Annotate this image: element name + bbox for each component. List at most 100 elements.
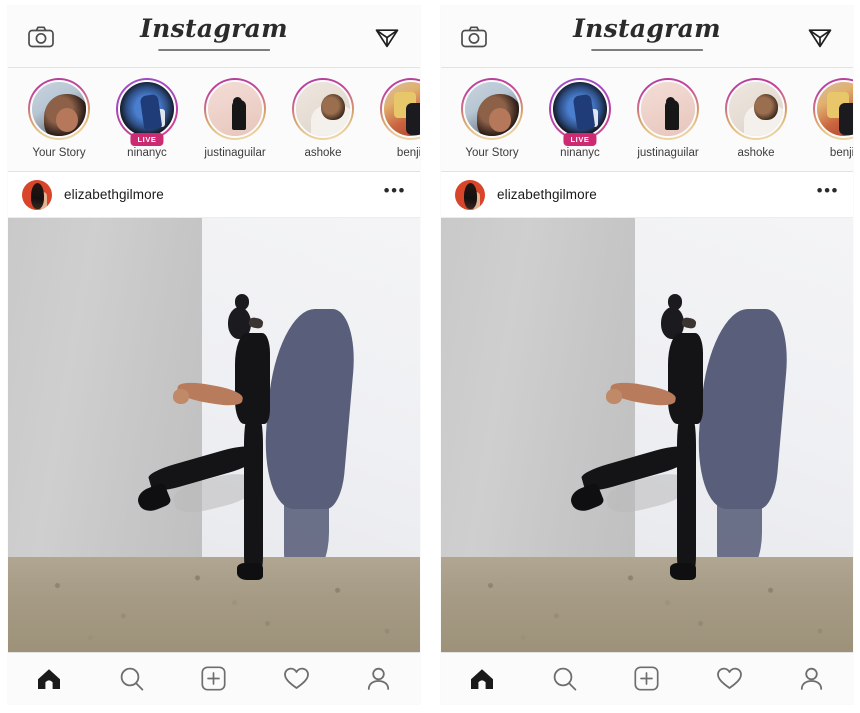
post-header: elizabethgilmore ••• <box>441 172 853 218</box>
avatar-image <box>553 82 607 136</box>
top-bar: Instagram <box>8 6 420 68</box>
story-item-your-story[interactable]: Your Story <box>22 78 96 159</box>
post-username[interactable]: elizabethgilmore <box>497 187 597 202</box>
avatar-image <box>120 82 174 136</box>
avatar-image <box>208 82 262 136</box>
phone-panel-left: Instagram Your Story LIVE ninanyc justin… <box>8 6 420 704</box>
story-avatar <box>118 80 176 138</box>
wall-grey <box>441 218 635 557</box>
avatar-image <box>465 82 519 136</box>
home-icon <box>36 667 62 691</box>
avatar-image <box>296 82 350 136</box>
figure-torso <box>667 333 704 425</box>
app-wordmark: Instagram <box>140 14 288 51</box>
story-label: ashoke <box>304 147 342 159</box>
story-item-justinaguilar[interactable]: justinaguilar <box>631 78 705 159</box>
story-item-ashoke[interactable]: ashoke <box>286 78 360 159</box>
story-item-benjir[interactable]: benjir <box>374 78 420 159</box>
story-item-your-story[interactable]: Your Story <box>455 78 529 159</box>
person-icon <box>366 666 391 691</box>
wall-grey <box>8 218 202 557</box>
gravel-ground <box>441 556 853 652</box>
figure-standing-shoe <box>670 563 696 581</box>
bottom-navigation <box>8 652 420 704</box>
figure-fist <box>605 389 623 405</box>
story-ring <box>725 78 787 140</box>
nav-home-button[interactable] <box>26 659 72 699</box>
nav-search-button[interactable] <box>109 659 155 699</box>
top-bar: Instagram <box>441 6 853 68</box>
figure-standing-leg <box>676 417 696 570</box>
story-avatar <box>206 80 264 138</box>
nav-home-button[interactable] <box>459 659 505 699</box>
home-icon <box>469 667 495 691</box>
gravel-ground <box>8 556 420 652</box>
story-item-ninanyc[interactable]: LIVE ninanyc <box>110 78 184 159</box>
avatar-image <box>32 82 86 136</box>
nav-activity-button[interactable] <box>273 659 319 699</box>
screenshot-stage: Instagram Your Story LIVE ninanyc justin… <box>0 0 860 713</box>
heart-icon <box>283 666 310 691</box>
story-ring <box>204 78 266 140</box>
story-ring <box>28 78 90 140</box>
story-avatar <box>815 80 853 138</box>
nav-profile-button[interactable] <box>356 659 402 699</box>
story-label: Your Story <box>32 147 86 159</box>
story-ring <box>813 78 853 140</box>
nav-new-post-button[interactable] <box>624 659 670 699</box>
avatar[interactable] <box>455 179 485 210</box>
stories-tray[interactable]: Your Story LIVE ninanyc justinaguilar as… <box>8 68 420 172</box>
post-username[interactable]: elizabethgilmore <box>64 187 164 202</box>
avatar-image <box>729 82 783 136</box>
live-badge: LIVE <box>130 133 164 146</box>
figure-standing-shoe <box>237 563 263 581</box>
camera-icon[interactable] <box>457 20 491 54</box>
avatar-image <box>817 82 853 136</box>
story-item-benjir[interactable]: benjir <box>807 78 853 159</box>
nav-activity-button[interactable] <box>706 659 752 699</box>
story-ring <box>292 78 354 140</box>
nav-new-post-button[interactable] <box>191 659 237 699</box>
wordmark-underline <box>157 49 270 51</box>
figure-torso <box>234 333 271 425</box>
story-avatar <box>727 80 785 138</box>
app-wordmark-text: Instagram <box>573 14 721 43</box>
send-paper-plane-icon[interactable] <box>370 20 404 54</box>
story-item-ninanyc[interactable]: LIVE ninanyc <box>543 78 617 159</box>
send-paper-plane-icon[interactable] <box>803 20 837 54</box>
stories-tray[interactable]: Your Story LIVE ninanyc justinaguilar as… <box>441 68 853 172</box>
story-avatar <box>30 80 88 138</box>
search-icon <box>119 666 145 692</box>
story-ring <box>380 78 420 140</box>
story-item-ashoke[interactable]: ashoke <box>719 78 793 159</box>
nav-search-button[interactable] <box>542 659 588 699</box>
nav-profile-button[interactable] <box>789 659 835 699</box>
story-avatar <box>382 80 420 138</box>
live-badge: LIVE <box>563 133 597 146</box>
story-label: ninanyc <box>127 147 167 159</box>
story-label: benjir <box>396 147 420 159</box>
story-ring <box>549 78 611 140</box>
story-ring <box>461 78 523 140</box>
story-label: justinaguilar <box>637 147 699 159</box>
story-item-justinaguilar[interactable]: justinaguilar <box>198 78 272 159</box>
avatar[interactable] <box>22 179 52 210</box>
post-options-button[interactable]: ••• <box>384 182 406 203</box>
story-ring <box>116 78 178 140</box>
app-wordmark-text: Instagram <box>140 14 288 43</box>
wordmark-underline <box>590 49 703 51</box>
story-label: Your Story <box>465 147 519 159</box>
post-header: elizabethgilmore ••• <box>8 172 420 218</box>
post-image[interactable] <box>8 218 420 652</box>
figure-fist <box>172 389 190 405</box>
camera-icon[interactable] <box>24 20 58 54</box>
post-options-button[interactable]: ••• <box>817 182 839 203</box>
story-label: benjir <box>829 147 853 159</box>
story-label: ninanyc <box>560 147 600 159</box>
person-icon <box>799 666 824 691</box>
heart-icon <box>716 666 743 691</box>
search-icon <box>552 666 578 692</box>
phone-panel-right: Instagram Your Story LIVE ninanyc justin… <box>441 6 853 704</box>
post-image[interactable] <box>441 218 853 652</box>
figure-standing-leg <box>243 417 263 570</box>
